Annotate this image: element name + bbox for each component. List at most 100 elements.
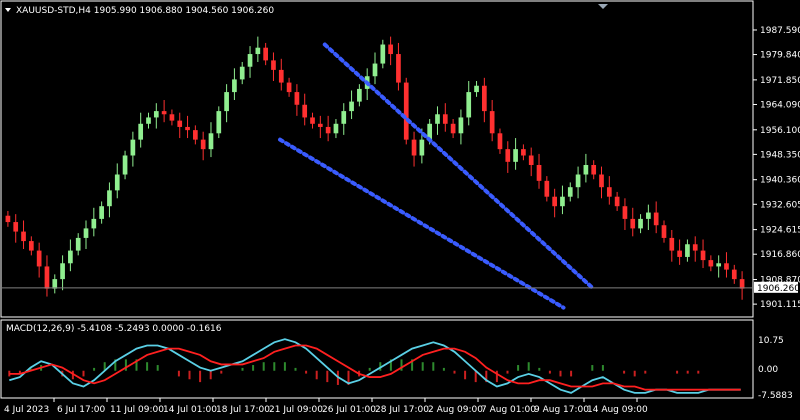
trendline-upper[interactable] xyxy=(322,42,596,291)
candle-body xyxy=(357,88,362,102)
candle-body xyxy=(138,123,144,140)
candle-body xyxy=(310,117,315,124)
candle-body xyxy=(528,155,534,165)
candle-body xyxy=(208,133,214,150)
candle-body xyxy=(21,231,26,242)
candle-body xyxy=(411,139,417,156)
candle-body xyxy=(653,212,659,226)
candle-body xyxy=(349,101,354,112)
candle-body xyxy=(536,165,542,181)
candle-body xyxy=(263,47,268,61)
time-tick-label: 7 Aug 01:00 xyxy=(481,405,536,415)
candle-body xyxy=(606,187,612,197)
candle-body xyxy=(560,196,565,207)
candle-body xyxy=(271,60,276,70)
candle-body xyxy=(91,218,97,229)
candle-body xyxy=(630,218,636,229)
candle-body xyxy=(700,250,706,261)
price-tick-label: 1948.350 xyxy=(760,150,800,160)
time-tick-label: 6 Jul 17:00 xyxy=(57,405,106,415)
candle-body xyxy=(458,117,464,134)
candle-body xyxy=(591,165,597,175)
candle-body xyxy=(216,111,222,134)
candle-body xyxy=(403,82,409,140)
candle-body xyxy=(544,180,550,197)
candle-body xyxy=(708,260,714,267)
candle-body xyxy=(325,126,331,134)
candle-body xyxy=(52,279,58,289)
trendlines-group[interactable] xyxy=(278,42,596,310)
candle-body xyxy=(28,241,34,251)
candle-body xyxy=(419,139,425,156)
time-tick-label: 4 Jul 2023 xyxy=(4,405,49,415)
candle-body xyxy=(83,228,89,238)
macd-line xyxy=(9,338,741,394)
candle-body xyxy=(36,250,42,267)
candle-body xyxy=(333,123,339,134)
price-tick-label: 1979.840 xyxy=(760,51,800,61)
current-price-label: 1906.260 xyxy=(757,284,800,294)
candle-body xyxy=(599,174,604,188)
price-tick-label: 1987.590 xyxy=(760,26,800,36)
symbol-header: XAUUSD-STD,H4 1905.990 1906.880 1904.560… xyxy=(16,6,274,16)
candle-body xyxy=(200,139,206,150)
price-pane-frame xyxy=(0,0,754,318)
candle-body xyxy=(153,111,159,118)
time-tick-label: 28 Jul 17:00 xyxy=(375,405,429,415)
candle-body xyxy=(13,222,19,232)
chart-window[interactable]: XAUUSD-STD,H4 1905.990 1906.880 1904.560… xyxy=(0,0,800,420)
candle-body xyxy=(435,114,440,124)
candle-body xyxy=(638,218,643,229)
scroll-marker-icon[interactable] xyxy=(598,4,608,9)
price-tick-label: 1964.090 xyxy=(760,100,800,110)
macd-level-zero: 0.00 xyxy=(758,365,778,375)
signal-line xyxy=(9,344,741,391)
candle-body xyxy=(513,149,518,162)
candle-body xyxy=(622,206,628,219)
price-tick-label: 1916.860 xyxy=(760,250,800,260)
candle-body xyxy=(294,92,300,105)
candle-body xyxy=(497,133,503,150)
candle-body xyxy=(669,237,675,251)
candle-body xyxy=(372,63,378,77)
candle-body xyxy=(521,149,526,156)
candle-body xyxy=(661,225,667,238)
candle-body xyxy=(731,269,737,280)
price-tick-label: 1956.100 xyxy=(760,126,800,136)
chart-canvas[interactable]: XAUUSD-STD,H4 1905.990 1906.880 1904.560… xyxy=(0,0,800,420)
candle-body xyxy=(442,114,448,124)
candle-body xyxy=(482,85,487,112)
menu-triangle-icon[interactable] xyxy=(5,8,11,12)
candle-body xyxy=(278,69,284,83)
candle-body xyxy=(317,123,323,127)
candle-body xyxy=(583,165,589,175)
candle-body xyxy=(177,120,183,127)
candle-body xyxy=(247,54,253,67)
candle-body xyxy=(60,263,65,280)
candle-body xyxy=(169,114,175,121)
candle-body xyxy=(505,149,511,162)
macd-label: MACD(12,26,9) -5.4108 -5.2493 0.0000 -0.… xyxy=(6,324,222,334)
candle-body xyxy=(68,250,73,264)
time-tick-label: 21 Jul 09:00 xyxy=(269,405,323,415)
candle-body xyxy=(255,47,261,55)
time-tick-label: 9 Aug 17:00 xyxy=(534,405,589,415)
candle-body xyxy=(5,215,11,223)
candle-body xyxy=(692,244,698,251)
candle-body xyxy=(302,104,308,118)
price-tick-label: 1924.615 xyxy=(760,226,800,236)
candle-body xyxy=(716,263,722,267)
time-tick-label: 18 Jul 17:00 xyxy=(216,405,270,415)
candle-body xyxy=(107,190,112,207)
time-tick-label: 2 Aug 09:00 xyxy=(428,405,483,415)
candle-body xyxy=(114,174,120,191)
candle-body xyxy=(286,82,292,93)
candle-body xyxy=(341,111,347,124)
macd-level-bottom: -7.5883 xyxy=(758,391,793,401)
candle-body xyxy=(388,44,393,55)
candle-body xyxy=(575,174,581,188)
candle-body xyxy=(489,111,495,134)
time-tick-label: 14 Jul 01:00 xyxy=(163,405,217,415)
price-tick-label: 1971.850 xyxy=(760,76,800,86)
candle-body xyxy=(224,92,229,112)
